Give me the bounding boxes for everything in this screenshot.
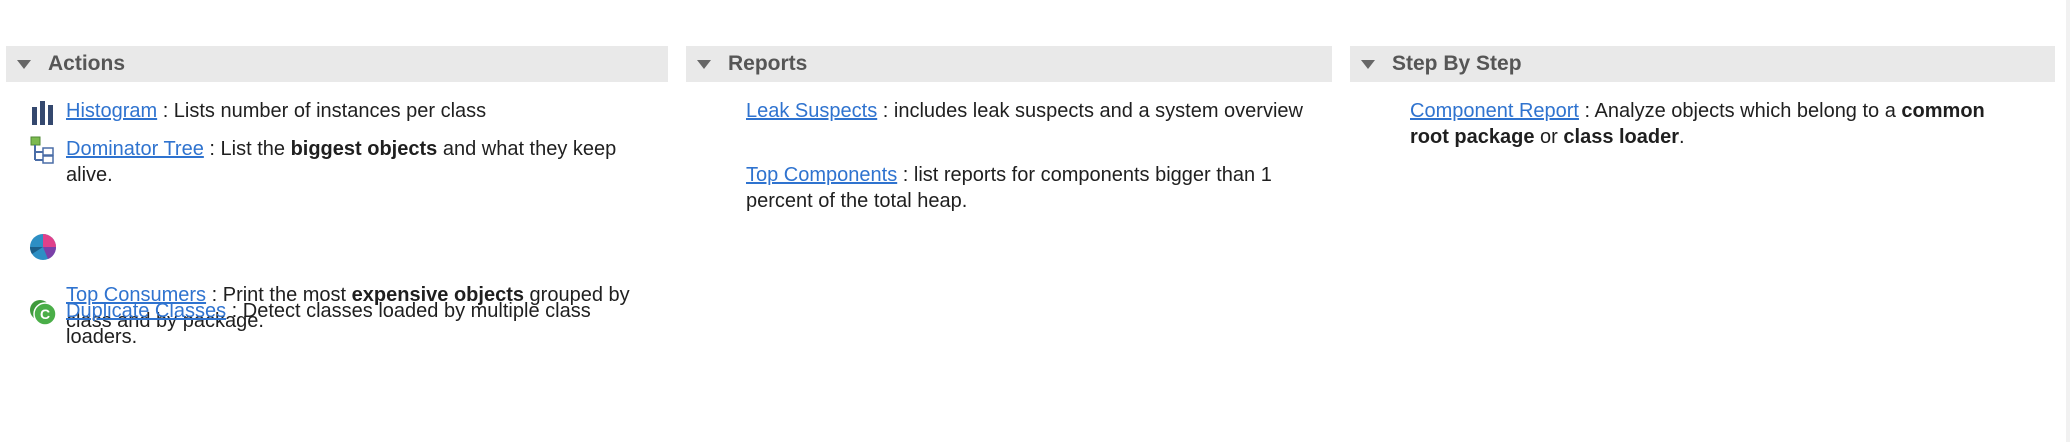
reports-header[interactable]: Reports bbox=[686, 46, 1332, 82]
list-item-top-components: Top Components : list reports for compon… bbox=[746, 162, 1306, 214]
section-title: Reports bbox=[728, 52, 808, 75]
item-description: : includes leak suspects and a system ov… bbox=[877, 100, 1303, 122]
collapse-triangle-icon[interactable] bbox=[697, 59, 711, 69]
histogram-icon bbox=[28, 97, 58, 127]
collapse-triangle-icon[interactable] bbox=[1361, 59, 1375, 69]
right-edge-divider bbox=[2066, 0, 2070, 442]
leak-suspects-link[interactable]: Leak Suspects bbox=[746, 100, 877, 122]
duplicate-classes-link[interactable]: Duplicate Classes bbox=[66, 300, 226, 322]
item-emphasis-2: class loader bbox=[1563, 126, 1680, 148]
reports-section: Reports Leak Suspects : includes leak su… bbox=[686, 46, 1332, 212]
histogram-link[interactable]: Histogram bbox=[66, 100, 157, 122]
item-description: : Analyze objects which belong to a bbox=[1578, 100, 1902, 122]
welcome-page: Actions Histogram : Lists number of inst… bbox=[0, 0, 2070, 442]
item-description: : List the bbox=[203, 138, 291, 160]
list-item-leak-suspects: Leak Suspects : includes leak suspects a… bbox=[746, 98, 1306, 124]
component-report-link[interactable]: Component Report bbox=[1410, 100, 1579, 122]
dominator-tree-icon bbox=[28, 135, 58, 165]
step-by-step-header[interactable]: Step By Step bbox=[1350, 46, 2055, 82]
actions-header[interactable]: Actions bbox=[6, 46, 668, 82]
item-description: : Lists number of instances per class bbox=[157, 100, 487, 122]
step-by-step-section: Step By Step Component Report : Analyze … bbox=[1350, 46, 2055, 148]
list-item-component-report: Component Report : Analyze objects which… bbox=[1410, 98, 2020, 150]
section-title: Actions bbox=[48, 52, 126, 75]
section-title: Step By Step bbox=[1392, 52, 1522, 75]
top-consumers-icon bbox=[28, 232, 58, 262]
top-components-link[interactable]: Top Components bbox=[746, 164, 897, 186]
item-description-middle: or bbox=[1534, 126, 1564, 148]
actions-section: Actions Histogram : Lists number of inst… bbox=[6, 46, 668, 348]
duplicate-classes-icon: C bbox=[28, 297, 58, 327]
dominator-tree-link[interactable]: Dominator Tree bbox=[66, 138, 204, 160]
duplicate-classes-icon-glyph: C bbox=[40, 306, 50, 322]
item-description-end: . bbox=[1679, 126, 1685, 148]
item-emphasis: biggest objects bbox=[290, 138, 438, 160]
collapse-triangle-icon[interactable] bbox=[17, 59, 31, 69]
